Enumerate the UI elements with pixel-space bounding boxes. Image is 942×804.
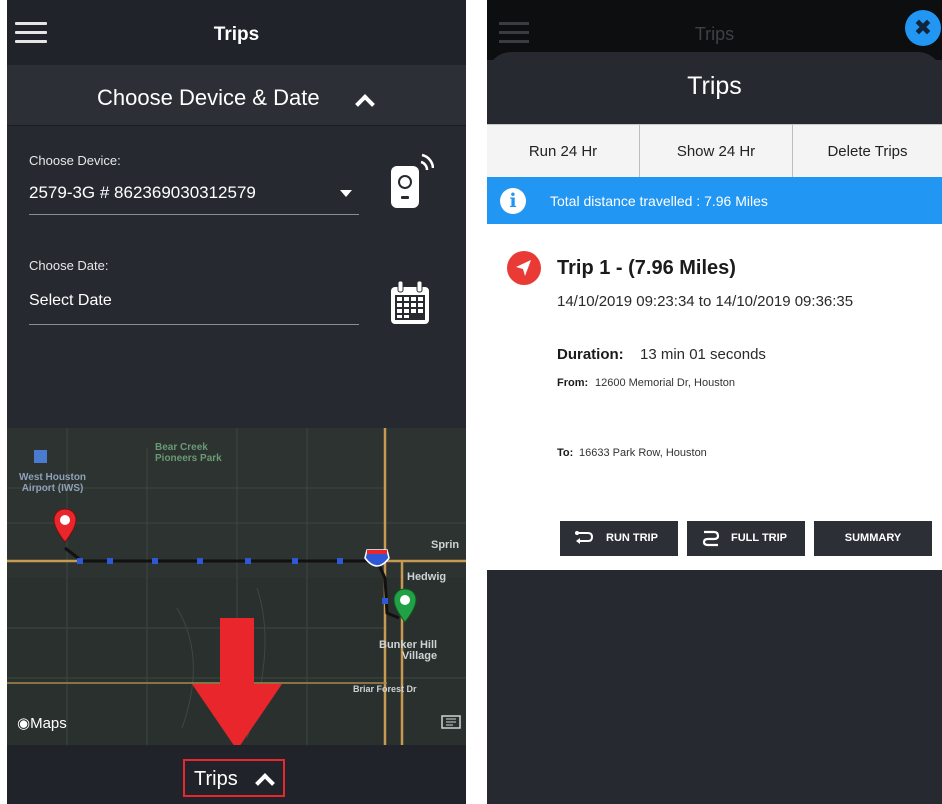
duration-value: 13 min 01 seconds bbox=[640, 346, 766, 363]
device-select[interactable]: 2579-3G # 862369030312579 bbox=[29, 183, 256, 203]
choose-device-date-toggle[interactable]: Choose Device & Date bbox=[7, 65, 466, 126]
to-address: 16633 Park Row, Houston bbox=[579, 447, 707, 459]
device-field-underline bbox=[29, 214, 359, 215]
trips-sheet-screen: Trips ✖ Trips Run 24 Hr Show 24 Hr Delet… bbox=[487, 0, 942, 804]
date-field-underline bbox=[29, 324, 359, 325]
summary-button[interactable]: SUMMARY bbox=[814, 521, 932, 556]
calendar-icon[interactable] bbox=[389, 280, 431, 326]
end-pin-icon[interactable] bbox=[392, 588, 418, 624]
run-trip-button[interactable]: RUN TRIP bbox=[560, 521, 678, 556]
apple-maps-logo: ◉Maps bbox=[17, 714, 67, 732]
route-icon bbox=[702, 530, 720, 547]
page-title: Trips bbox=[213, 24, 260, 45]
from-label: From: bbox=[557, 377, 589, 389]
trip-title: Trip 1 - (7.96 Miles) bbox=[557, 257, 736, 279]
map-label-airport: West Houston Airport (IWS) bbox=[19, 472, 87, 494]
chevron-up-icon bbox=[255, 773, 275, 793]
date-input[interactable]: Select Date bbox=[29, 292, 112, 310]
map-label-spring: Sprin bbox=[431, 539, 460, 551]
dimmed-title: Trips bbox=[694, 24, 735, 44]
map-label-bunker-hill: Bunker Hill Village bbox=[379, 639, 438, 662]
info-icon: i bbox=[500, 188, 526, 214]
app-header: Trips bbox=[7, 0, 466, 65]
summary-label: SUMMARY bbox=[844, 532, 902, 544]
start-pin-icon[interactable] bbox=[52, 508, 78, 544]
choose-device-date-label: Choose Device & Date bbox=[97, 85, 320, 110]
map-label-hedwig: Hedwig bbox=[407, 571, 447, 583]
map-type-icon[interactable] bbox=[441, 714, 461, 730]
full-trip-label: FULL TRIP bbox=[731, 532, 788, 544]
delete-trips-button[interactable]: Delete Trips bbox=[793, 125, 942, 178]
dimmed-header: Trips bbox=[487, 0, 942, 60]
sheet-header: Trips bbox=[487, 52, 942, 124]
trips-tab-label: Trips bbox=[194, 768, 238, 790]
run-trip-label: RUN TRIP bbox=[606, 532, 658, 544]
dropdown-caret-icon[interactable] bbox=[340, 190, 352, 197]
trips-screen: Trips Choose Device & Date Choose Device… bbox=[7, 0, 466, 804]
apple-logo-icon: ◉ bbox=[17, 715, 31, 732]
close-icon[interactable]: ✖ bbox=[905, 10, 941, 46]
trip-card[interactable]: Trip 1 - (7.96 Miles) 14/10/2019 09:23:3… bbox=[487, 224, 942, 570]
trips-tab-button[interactable]: Trips bbox=[183, 759, 285, 797]
date-field-label: Choose Date: bbox=[29, 258, 109, 273]
gps-tracker-icon[interactable] bbox=[388, 152, 434, 212]
run-24hr-button[interactable]: Run 24 Hr bbox=[487, 125, 639, 178]
annotation-arrow-icon bbox=[192, 618, 282, 750]
from-address: 12600 Memorial Dr, Houston bbox=[595, 377, 736, 389]
trip-time-range: 14/10/2019 09:23:34 to 14/10/2019 09:36:… bbox=[557, 293, 854, 310]
route-icon bbox=[575, 531, 594, 544]
full-trip-button[interactable]: FULL TRIP bbox=[687, 521, 805, 556]
duration-label: Duration: bbox=[557, 346, 624, 363]
show-24hr-button[interactable]: Show 24 Hr bbox=[640, 125, 792, 178]
total-distance-text: Total distance travelled : 7.96 Miles bbox=[550, 193, 768, 209]
to-label: To: bbox=[557, 447, 574, 459]
device-field-label: Choose Device: bbox=[29, 153, 121, 168]
maps-label: Maps bbox=[30, 715, 67, 732]
bottom-bar: Trips bbox=[7, 745, 466, 804]
map-label-briar-forest: Briar Forest Dr bbox=[353, 684, 417, 694]
trip-actions-bar: Run 24 Hr Show 24 Hr Delete Trips bbox=[487, 124, 942, 178]
sheet-title: Trips bbox=[687, 72, 742, 100]
total-distance-banner: i Total distance travelled : 7.96 Miles bbox=[487, 177, 942, 224]
navigation-arrow-icon bbox=[507, 251, 541, 285]
map-label-park: Bear Creek Pioneers Park bbox=[155, 442, 222, 464]
